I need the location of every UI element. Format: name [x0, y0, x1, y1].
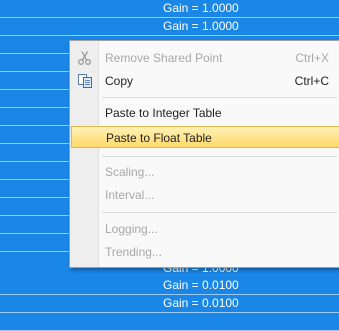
menu-item-label: Trending...	[105, 245, 162, 259]
menu-item-label: Paste to Integer Table	[105, 106, 222, 120]
menu-item-label: Paste to Float Table	[106, 131, 212, 145]
menu-separator	[102, 97, 337, 98]
menu-item-shortcut: Ctrl+X	[295, 51, 329, 65]
menu-separator	[102, 212, 337, 213]
menu-item-label: Logging...	[105, 222, 158, 236]
context-menu: Remove Shared Point Ctrl+X Copy Ctrl+C P…	[69, 40, 339, 268]
menu-item-remove-shared-point[interactable]: Remove Shared Point Ctrl+X	[70, 47, 339, 69]
menu-item-label: Copy	[105, 74, 134, 88]
scissors-icon	[78, 51, 91, 65]
table-row[interactable]	[0, 313, 339, 331]
menu-item-shortcut: Ctrl+C	[294, 74, 329, 88]
menu-item-copy[interactable]: Copy Ctrl+C	[70, 70, 339, 92]
menu-item-paste-float-table[interactable]: Paste to Float Table	[71, 126, 339, 148]
gain-cell: Gain = 1.0000	[163, 1, 239, 15]
menu-item-trending[interactable]: Trending...	[70, 241, 339, 263]
table-row[interactable]: Gain = 0.0100	[0, 295, 339, 313]
gain-cell: Gain = 0.0100	[163, 278, 239, 292]
menu-item-label: Interval...	[105, 188, 155, 202]
menu-item-label: Remove Shared Point	[105, 51, 223, 65]
gain-cell: Gain = 0.0100	[163, 296, 239, 310]
menu-item-scaling[interactable]: Scaling...	[70, 161, 339, 183]
table-row[interactable]: Gain = 1.0000	[0, 0, 339, 18]
gain-cell: Gain = 1.0000	[163, 19, 239, 33]
menu-item-logging[interactable]: Logging...	[70, 218, 339, 240]
menu-separator	[102, 156, 337, 157]
table-row[interactable]: Gain = 1.0000	[0, 18, 339, 36]
menu-item-paste-integer-table[interactable]: Paste to Integer Table	[70, 102, 339, 124]
menu-item-interval[interactable]: Interval...	[70, 184, 339, 206]
copy-icon	[78, 74, 92, 88]
table-row[interactable]: Gain = 0.0100	[0, 277, 339, 295]
menu-item-label: Scaling...	[105, 165, 155, 179]
